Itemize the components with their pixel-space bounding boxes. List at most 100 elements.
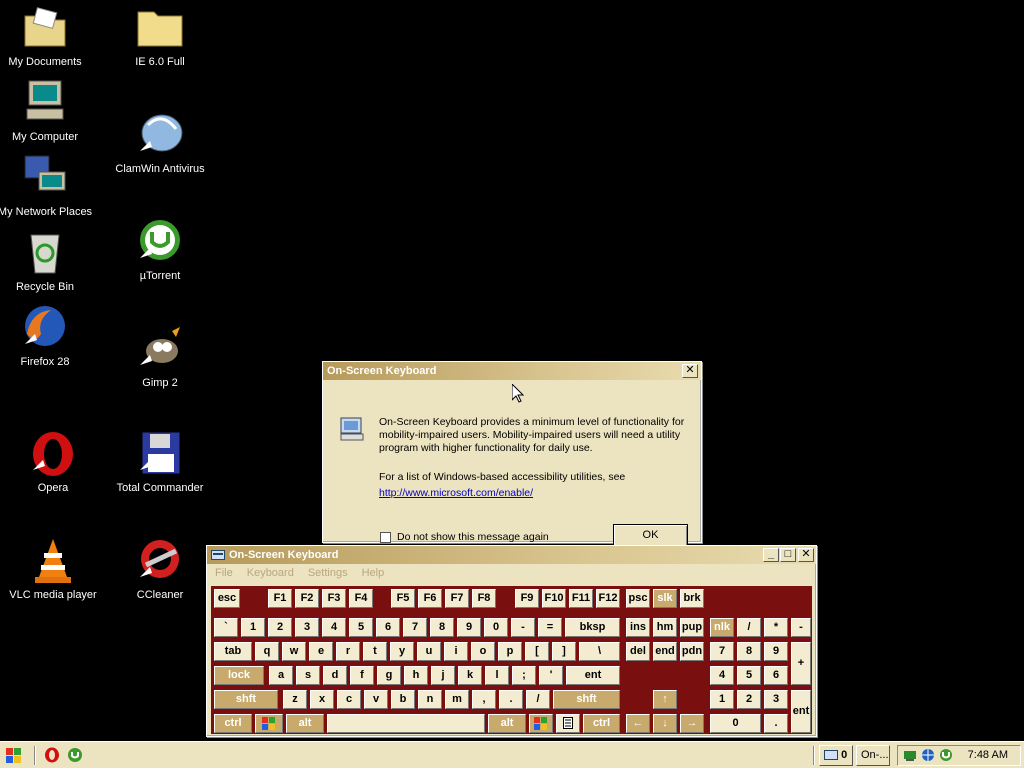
key-kp-8[interactable]: 8: [737, 642, 761, 661]
clock[interactable]: 7:48 AM: [968, 749, 1008, 761]
desktop-icon-opera[interactable]: Opera: [5, 430, 101, 494]
key-esc[interactable]: esc: [214, 589, 240, 608]
key-h[interactable]: h: [404, 666, 428, 685]
close-icon[interactable]: ✕: [682, 364, 698, 378]
key-ins[interactable]: ins: [626, 618, 650, 637]
key-f6[interactable]: F6: [418, 589, 442, 608]
desktop-icon-vlc[interactable]: VLC media player: [5, 537, 101, 601]
key-backtick[interactable]: `: [214, 618, 238, 637]
key-2[interactable]: 2: [268, 618, 292, 637]
key-kp-divide[interactable]: /: [737, 618, 761, 637]
key-f11[interactable]: F11: [569, 589, 593, 608]
start-windows-icon[interactable]: [3, 745, 25, 766]
key-y[interactable]: y: [390, 642, 414, 661]
desktop-icon-gimp[interactable]: Gimp 2: [112, 325, 208, 389]
key-a[interactable]: a: [269, 666, 293, 685]
key-nlk[interactable]: nlk: [710, 618, 734, 637]
key-slash[interactable]: /: [526, 690, 550, 709]
key-left-alt[interactable]: alt: [286, 714, 324, 733]
key-quote[interactable]: ': [539, 666, 563, 685]
key-f3[interactable]: F3: [322, 589, 346, 608]
key-f8[interactable]: F8: [472, 589, 496, 608]
key-z[interactable]: z: [283, 690, 307, 709]
key-down-arrow[interactable]: ↓: [653, 714, 677, 733]
menu-file[interactable]: File: [215, 567, 233, 579]
key-9[interactable]: 9: [457, 618, 481, 637]
globe-tray-icon[interactable]: [921, 748, 935, 762]
key-tab[interactable]: tab: [214, 642, 252, 661]
taskbar-button-osk-minimized[interactable]: 0: [819, 745, 853, 766]
key-f2[interactable]: F2: [295, 589, 319, 608]
key-u[interactable]: u: [417, 642, 441, 661]
key-kp-7[interactable]: 7: [710, 642, 734, 661]
key-up-arrow[interactable]: ↑: [653, 690, 677, 709]
dont-show-checkbox[interactable]: [380, 532, 391, 543]
network-tray-icon[interactable]: [903, 748, 917, 762]
key-g[interactable]: g: [377, 666, 401, 685]
maximize-icon[interactable]: □: [780, 548, 796, 562]
key-i[interactable]: i: [444, 642, 468, 661]
key-f4[interactable]: F4: [349, 589, 373, 608]
key-kp-0[interactable]: 0: [710, 714, 761, 733]
key-kp-4[interactable]: 4: [710, 666, 734, 685]
key-kp-2[interactable]: 2: [737, 690, 761, 709]
key-minus[interactable]: -: [511, 618, 535, 637]
key-right-ctrl[interactable]: ctrl: [583, 714, 620, 733]
key-left-arrow[interactable]: ←: [626, 714, 650, 733]
accessibility-link[interactable]: http://www.microsoft.com/enable/: [379, 487, 533, 499]
key-backspace[interactable]: bksp: [565, 618, 620, 637]
key-left-ctrl[interactable]: ctrl: [214, 714, 252, 733]
key-5[interactable]: 5: [349, 618, 373, 637]
key-7[interactable]: 7: [403, 618, 427, 637]
desktop-icon-ie6[interactable]: IE 6.0 Full: [112, 4, 208, 68]
menu-keyboard[interactable]: Keyboard: [247, 567, 294, 579]
key-kp-6[interactable]: 6: [764, 666, 788, 685]
key-comma[interactable]: ,: [472, 690, 496, 709]
key-j[interactable]: j: [431, 666, 455, 685]
key-f5[interactable]: F5: [391, 589, 415, 608]
key-pdn[interactable]: pdn: [680, 642, 704, 661]
key-kp-enter[interactable]: ent: [791, 690, 811, 733]
key-d[interactable]: d: [323, 666, 347, 685]
key-pup[interactable]: pup: [680, 618, 704, 637]
key-end[interactable]: end: [653, 642, 677, 661]
key-f1[interactable]: F1: [268, 589, 292, 608]
key-caps-lock[interactable]: lock: [214, 666, 264, 685]
key-s[interactable]: s: [296, 666, 320, 685]
key-equals[interactable]: =: [538, 618, 562, 637]
key-semicolon[interactable]: ;: [512, 666, 536, 685]
key-v[interactable]: v: [364, 690, 388, 709]
desktop-icon-ccleaner[interactable]: CCleaner: [112, 537, 208, 601]
key-right-alt[interactable]: alt: [488, 714, 526, 733]
opera-quicklaunch-icon[interactable]: [44, 747, 60, 763]
key-backslash[interactable]: \: [579, 642, 620, 661]
key-8[interactable]: 8: [430, 618, 454, 637]
key-kp-decimal[interactable]: .: [764, 714, 788, 733]
key-x[interactable]: x: [310, 690, 334, 709]
key-q[interactable]: q: [255, 642, 279, 661]
key-o[interactable]: o: [471, 642, 495, 661]
key-f7[interactable]: F7: [445, 589, 469, 608]
key-t[interactable]: t: [363, 642, 387, 661]
desktop-icon-recycle-bin[interactable]: Recycle Bin: [0, 229, 93, 293]
key-1[interactable]: 1: [241, 618, 265, 637]
desktop-icon-firefox[interactable]: Firefox 28: [0, 304, 93, 368]
key-psc[interactable]: psc: [626, 589, 650, 608]
osk-titlebar[interactable]: On-Screen Keyboard _ □ ✕: [207, 546, 816, 564]
close-icon[interactable]: ✕: [798, 548, 814, 562]
menu-settings[interactable]: Settings: [308, 567, 348, 579]
key-3[interactable]: 3: [295, 618, 319, 637]
desktop-icon-total-commander[interactable]: Total Commander: [112, 430, 208, 494]
key-f[interactable]: f: [350, 666, 374, 685]
key-enter[interactable]: ent: [566, 666, 620, 685]
dont-show-checkbox-label[interactable]: Do not show this message again: [397, 531, 549, 543]
utorrent-tray-icon[interactable]: [939, 748, 953, 762]
key-kp-multiply[interactable]: *: [764, 618, 788, 637]
desktop-icon-my-documents[interactable]: My Documents: [0, 4, 93, 68]
menu-help[interactable]: Help: [362, 567, 385, 579]
key-6[interactable]: 6: [376, 618, 400, 637]
key-p[interactable]: p: [498, 642, 522, 661]
key-right-windows[interactable]: [529, 714, 553, 733]
key-f12[interactable]: F12: [596, 589, 620, 608]
key-kp-3[interactable]: 3: [764, 690, 788, 709]
